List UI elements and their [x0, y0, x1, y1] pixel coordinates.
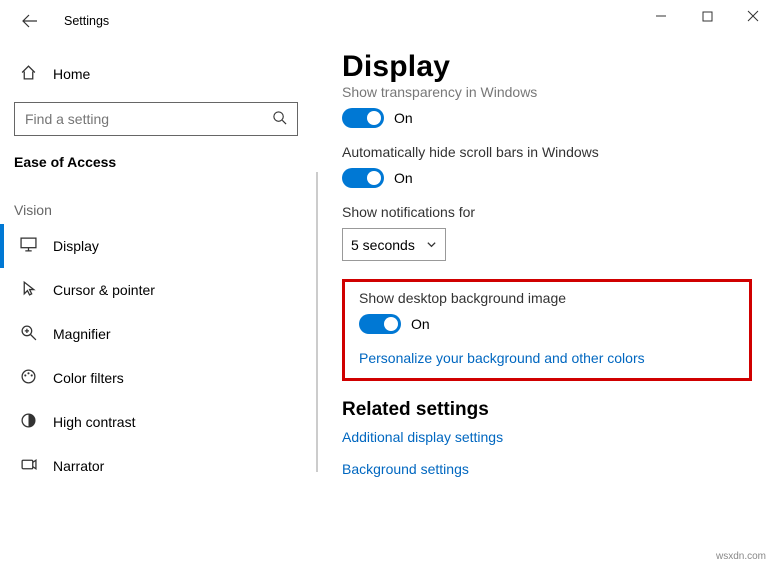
sidebar-item-cursor[interactable]: Cursor & pointer	[14, 268, 304, 312]
toggle-desktopbg-state: On	[411, 316, 430, 332]
sidebar-item-label: Narrator	[53, 458, 104, 474]
contrast-icon	[20, 412, 37, 432]
option-transparency-label: Show transparency in Windows	[342, 84, 752, 100]
sidebar-item-label: Color filters	[53, 370, 124, 386]
select-value: 5 seconds	[351, 237, 415, 253]
sidebar-group-vision: Vision	[14, 202, 304, 218]
footer-credit: wsxdn.com	[716, 551, 766, 562]
close-button[interactable]	[730, 0, 776, 32]
sidebar-item-label: High contrast	[53, 414, 135, 430]
search-field[interactable]	[25, 111, 272, 127]
cursor-icon	[20, 280, 37, 300]
sidebar-home-label: Home	[53, 66, 90, 82]
sidebar-home[interactable]: Home	[14, 52, 304, 96]
link-background-settings[interactable]: Background settings	[342, 461, 752, 477]
toggle-scrollbars[interactable]	[342, 168, 384, 188]
search-input[interactable]	[14, 102, 298, 136]
minimize-button[interactable]	[638, 0, 684, 32]
sidebar-item-display[interactable]: Display	[14, 224, 304, 268]
back-button[interactable]	[20, 11, 40, 31]
toggle-transparency-state: On	[394, 110, 413, 126]
select-notifications-duration[interactable]: 5 seconds	[342, 228, 446, 261]
sidebar-item-label: Magnifier	[53, 326, 111, 342]
palette-icon	[20, 368, 37, 388]
toggle-transparency[interactable]	[342, 108, 384, 128]
option-scrollbars-label: Automatically hide scroll bars in Window…	[342, 144, 752, 160]
highlight-desktop-bg: Show desktop background image On Persona…	[342, 279, 752, 381]
toggle-desktopbg[interactable]	[359, 314, 401, 334]
content-pane: Display Show transparency in Windows On …	[318, 42, 776, 566]
page-title: Display	[342, 50, 752, 84]
sidebar-category: Ease of Access	[14, 154, 304, 170]
sidebar-item-label: Cursor & pointer	[53, 282, 155, 298]
option-notifications-label: Show notifications for	[342, 204, 752, 220]
magnifier-icon	[20, 324, 37, 344]
option-desktopbg-label: Show desktop background image	[359, 290, 735, 306]
link-additional-display[interactable]: Additional display settings	[342, 429, 752, 445]
monitor-icon	[20, 236, 37, 256]
window-title: Settings	[64, 14, 109, 28]
chevron-down-icon	[426, 237, 437, 253]
link-personalize-bg[interactable]: Personalize your background and other co…	[359, 350, 735, 366]
related-heading: Related settings	[342, 399, 752, 421]
maximize-button[interactable]	[684, 0, 730, 32]
home-icon	[20, 64, 37, 84]
sidebar-item-label: Display	[53, 238, 99, 254]
sidebar-item-colorfilters[interactable]: Color filters	[14, 356, 304, 400]
sidebar-item-magnifier[interactable]: Magnifier	[14, 312, 304, 356]
narrator-icon	[20, 456, 37, 476]
sidebar-item-highcontrast[interactable]: High contrast	[14, 400, 304, 444]
sidebar-item-narrator[interactable]: Narrator	[14, 444, 304, 488]
search-icon	[272, 110, 287, 128]
sidebar: Home Ease of Access Vision Display Curso…	[0, 42, 318, 566]
toggle-scrollbars-state: On	[394, 170, 413, 186]
